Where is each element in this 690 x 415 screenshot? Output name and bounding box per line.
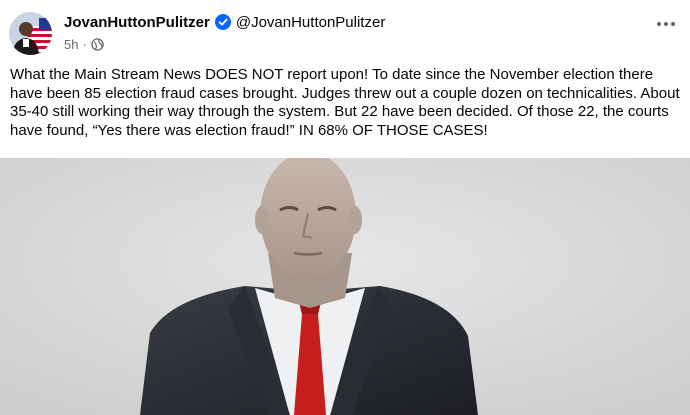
author-avatar[interactable] [9,12,52,55]
post-card: JovanHuttonPulitzer @JovanHuttonPulitzer… [0,0,690,415]
verified-badge-icon [214,14,231,30]
author-row: JovanHuttonPulitzer @JovanHuttonPulitzer [64,12,385,32]
author-handle[interactable]: @JovanHuttonPulitzer [236,14,385,31]
more-options-icon [657,22,675,26]
post-meta: 5h · [64,35,104,53]
meta-separator: · [82,36,87,52]
public-audience-icon[interactable] [91,37,104,51]
post-header: JovanHuttonPulitzer @JovanHuttonPulitzer… [0,0,690,60]
more-options-button[interactable] [652,10,680,38]
author-name[interactable]: JovanHuttonPulitzer [64,14,210,31]
post-timestamp[interactable]: 5h [64,37,78,52]
post-media-image[interactable] [0,158,690,415]
post-body-text: What the Main Stream News DOES NOT repor… [10,66,680,139]
